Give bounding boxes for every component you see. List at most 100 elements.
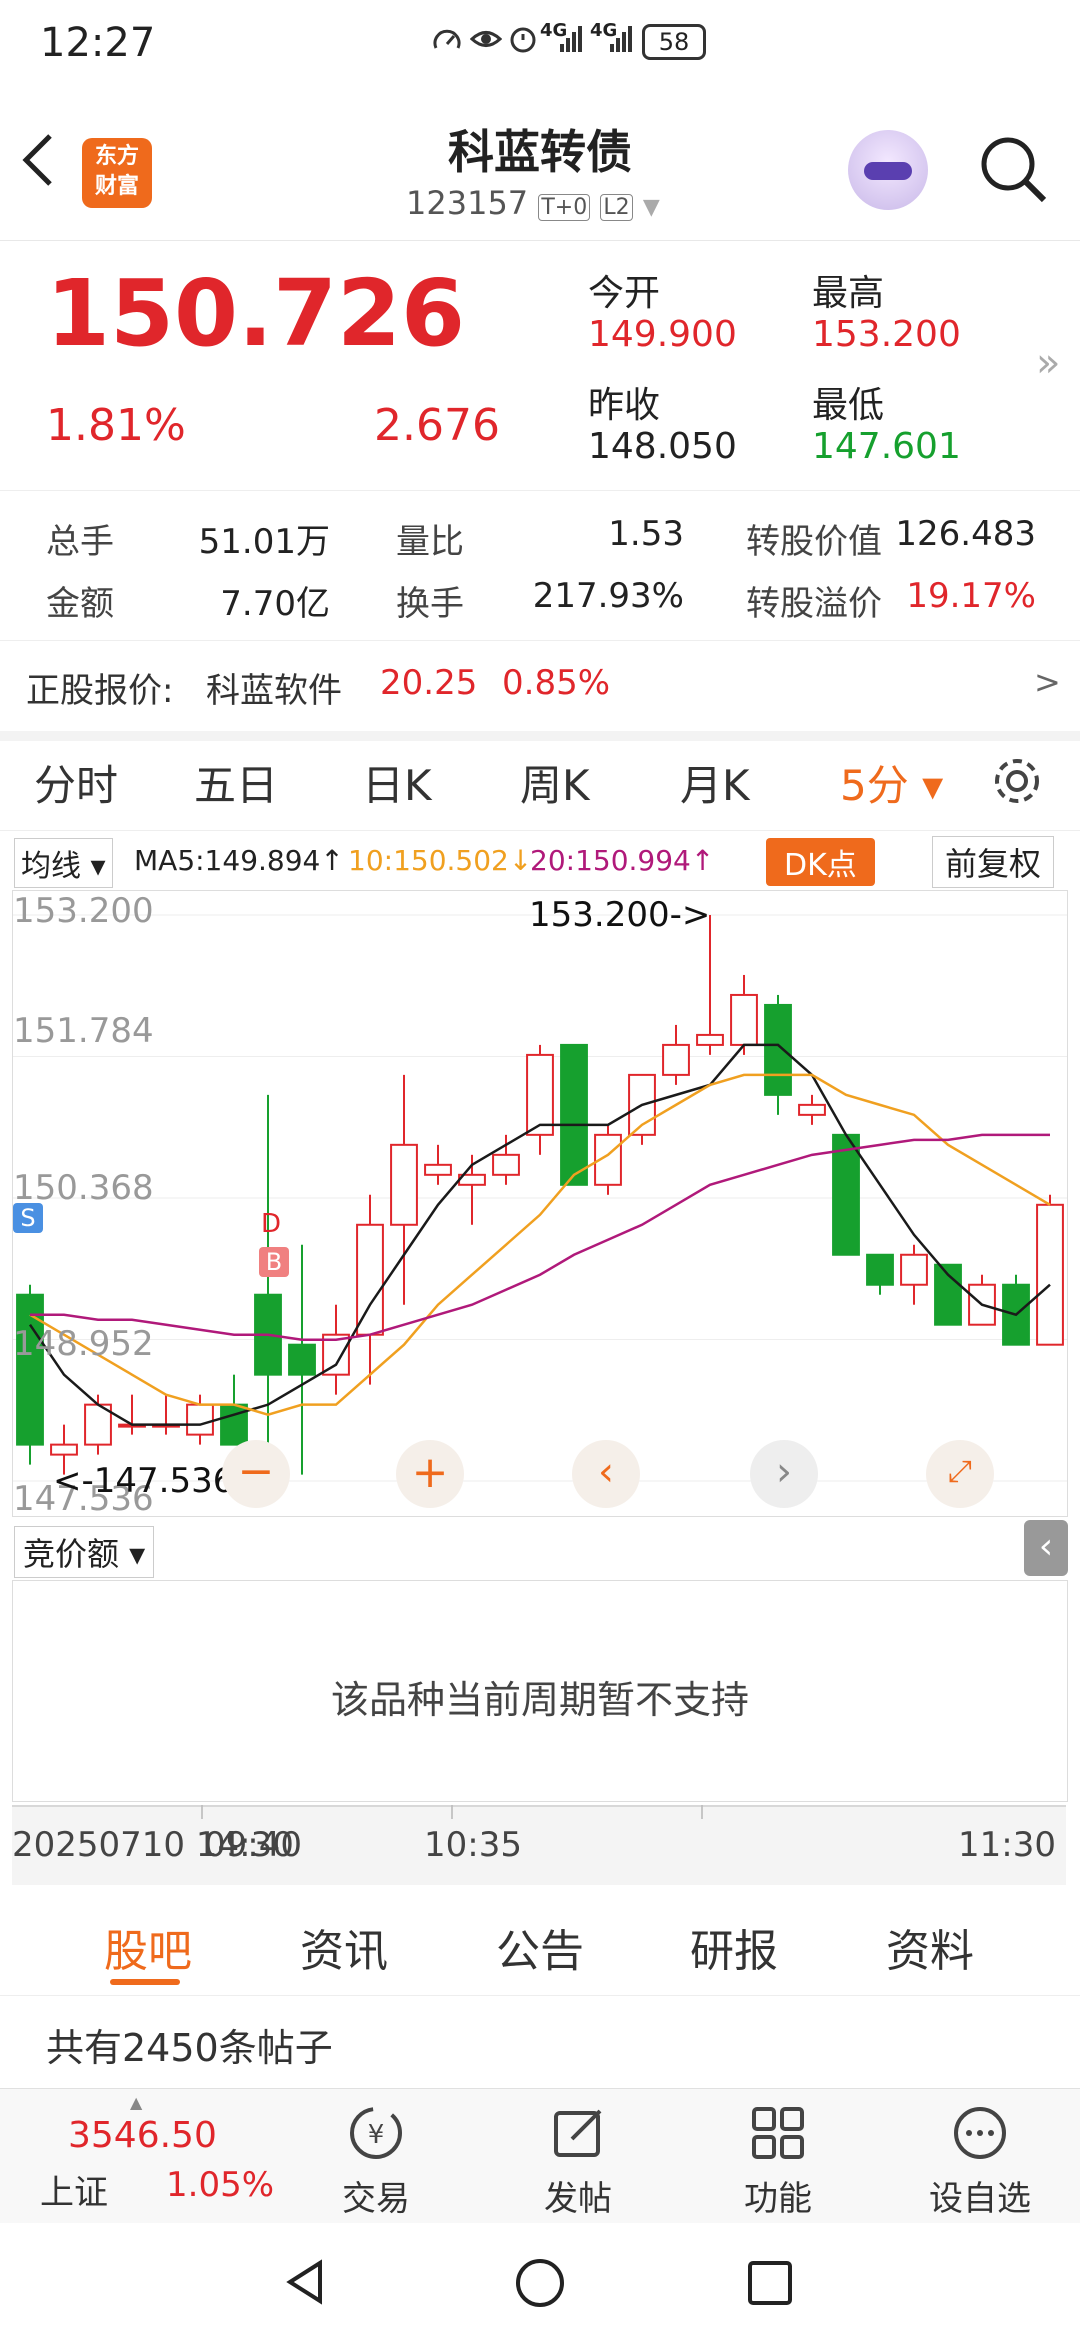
speed-icon [432, 26, 462, 60]
stock-code-row[interactable]: 123157 T+0 L2 ▼ [406, 184, 706, 222]
tab-guba[interactable]: 股吧 [104, 1915, 192, 1979]
tab-research[interactable]: 研报 [690, 1915, 778, 1979]
prevclose-label: 昨收 [588, 385, 661, 426]
time-axis[interactable]: 20250710 14:30 09:40 10:35 11:30 [12, 1805, 1066, 1885]
candle-body [696, 1033, 724, 1046]
posts-count: 共有2450条帖子 [46, 2026, 333, 2070]
chevron-right-icon: › [776, 1449, 792, 1495]
underlying-label: 正股报价: [26, 671, 174, 711]
dropdown-arrow-icon: ▼ [642, 195, 660, 220]
candle-body [492, 1153, 520, 1176]
post-label: 发帖 [544, 2179, 612, 2219]
candle-body [390, 1143, 418, 1226]
collapse-left-icon[interactable]: ‹ [1024, 1520, 1068, 1576]
low-label: 最低 [812, 385, 885, 426]
stock-header: 东方 财富 科蓝转债 123157 T+0 L2 ▼ [0, 100, 1080, 241]
watchlist-label: 设自选 [929, 2179, 1031, 2219]
l2-badge: L2 [600, 194, 633, 221]
candle-body [730, 993, 758, 1046]
zoom-in-button[interactable]: + [396, 1440, 464, 1508]
convval-value: 126.483 [895, 514, 1036, 554]
minus-icon: − [237, 1446, 275, 1497]
index-name: 上证 [40, 2173, 108, 2213]
battery-indicator: 58 [642, 24, 706, 60]
kline-svg [13, 914, 1067, 1482]
tab-5day[interactable]: 五日 [194, 752, 278, 813]
last-price: 150.726 [46, 260, 466, 367]
adjust-button[interactable]: 前复权 [932, 836, 1055, 888]
assistant-avatar[interactable] [848, 130, 928, 210]
underlying-row[interactable]: 正股报价: 科蓝软件 20.25 0.85% > [0, 640, 1080, 741]
candle-body [1036, 1203, 1064, 1346]
high-marker: 153.200-> [529, 895, 711, 935]
tab-weekly[interactable]: 周K [520, 752, 590, 813]
post-button[interactable]: 发帖 [498, 2089, 658, 2224]
nav-back-icon[interactable] [280, 2257, 330, 2311]
scroll-right-button[interactable]: › [750, 1440, 818, 1508]
candle-body [526, 1053, 554, 1136]
eye-icon [469, 24, 503, 58]
zoom-out-button[interactable]: − [222, 1440, 290, 1508]
convval-label: 转股价值 [746, 522, 882, 562]
signal-icon [560, 26, 584, 56]
volume-panel: 该品种当前周期暂不支持 [12, 1580, 1068, 1802]
ratio-value: 1.53 [608, 514, 684, 554]
settings-gear-icon[interactable] [990, 754, 1044, 812]
expand-icon: ⤢ [948, 1454, 972, 1489]
candle-body [50, 1443, 78, 1456]
tab-monthly[interactable]: 月K [680, 752, 750, 813]
edit-icon [554, 2109, 602, 2157]
scroll-left-button[interactable]: ‹ [572, 1440, 640, 1508]
dk-point-button[interactable]: DK点 [766, 838, 875, 886]
tab-intraday[interactable]: 分时 [34, 752, 118, 813]
functions-button[interactable]: 功能 [698, 2089, 858, 2224]
index-widget[interactable]: ▲ 3546.50 上证 1.05% [30, 2089, 274, 2224]
quote-panel: 150.726 1.81% 2.676 今开 149.900 最高 153.20… [0, 240, 1080, 491]
y-label-2: 151.784 [13, 1011, 154, 1051]
volume-select[interactable]: 竞价额 ▾ [14, 1526, 155, 1578]
posts-count-row: 共有2450条帖子 [0, 1995, 1080, 2085]
index-pct: 1.05% [166, 2165, 275, 2205]
low-marker: <-147.536 [53, 1461, 235, 1501]
candle-body [900, 1253, 928, 1286]
y-label-4: 148.952 [13, 1324, 154, 1364]
change-amount: 2.676 [374, 400, 500, 451]
grid-icon [752, 2107, 804, 2159]
ratio-label: 量比 [396, 522, 464, 562]
add-watchlist-button[interactable]: 设自选 [900, 2089, 1060, 2224]
high-value: 153.200 [812, 314, 961, 355]
trade-icon: ¥ [350, 2107, 402, 2159]
candle-body [424, 1163, 452, 1176]
content-tabs: 股吧 资讯 公告 研报 资料 [0, 1885, 1080, 1996]
tab-news[interactable]: 资讯 [300, 1915, 388, 1979]
ma10-legend: 10:150.502↓ [348, 844, 533, 877]
system-nav-bar [0, 2223, 1080, 2340]
expand-chevron-icon[interactable]: » [1036, 340, 1060, 386]
time-tick-2: 10:35 [424, 1825, 522, 1865]
ma20-legend: 20:150.994↑ [530, 844, 715, 877]
active-tab-underline [110, 1979, 180, 1985]
trade-label: 交易 [342, 2179, 410, 2219]
tab-profile[interactable]: 资料 [886, 1915, 974, 1979]
stats-panel: 总手 51.01万 量比 1.53 转股价值 126.483 金额 7.70亿 … [0, 490, 1080, 640]
period-tabs: 分时 五日 日K 周K 月K 5分 ▾ [0, 730, 1080, 831]
buy-marker: B [259, 1247, 289, 1277]
sell-marker: S [13, 1203, 43, 1233]
y-label-1: 153.200 [13, 891, 154, 931]
vol-label: 总手 [46, 522, 114, 562]
amount-label: 金额 [46, 584, 114, 624]
premium-value: 19.17% [906, 576, 1036, 616]
nav-recents-icon[interactable] [746, 2259, 794, 2311]
fullscreen-button[interactable]: ⤢ [926, 1440, 994, 1508]
turnover-value: 217.93% [532, 576, 684, 616]
tab-5min[interactable]: 5分 ▾ [840, 752, 943, 813]
nav-home-icon[interactable] [514, 2257, 566, 2313]
tab-daily[interactable]: 日K [362, 752, 432, 813]
tab-announcements[interactable]: 公告 [496, 1915, 584, 1979]
robot-visor-icon [864, 162, 912, 180]
trade-button[interactable]: ¥ 交易 [296, 2089, 456, 2224]
indicator-select[interactable]: 均线 ▾ [14, 838, 113, 888]
kline-chart[interactable]: 153.200 151.784 150.368 148.952 147.536 … [12, 890, 1068, 1519]
search-icon[interactable] [976, 132, 1050, 210]
underlying-arrow-icon: > [1034, 663, 1061, 701]
